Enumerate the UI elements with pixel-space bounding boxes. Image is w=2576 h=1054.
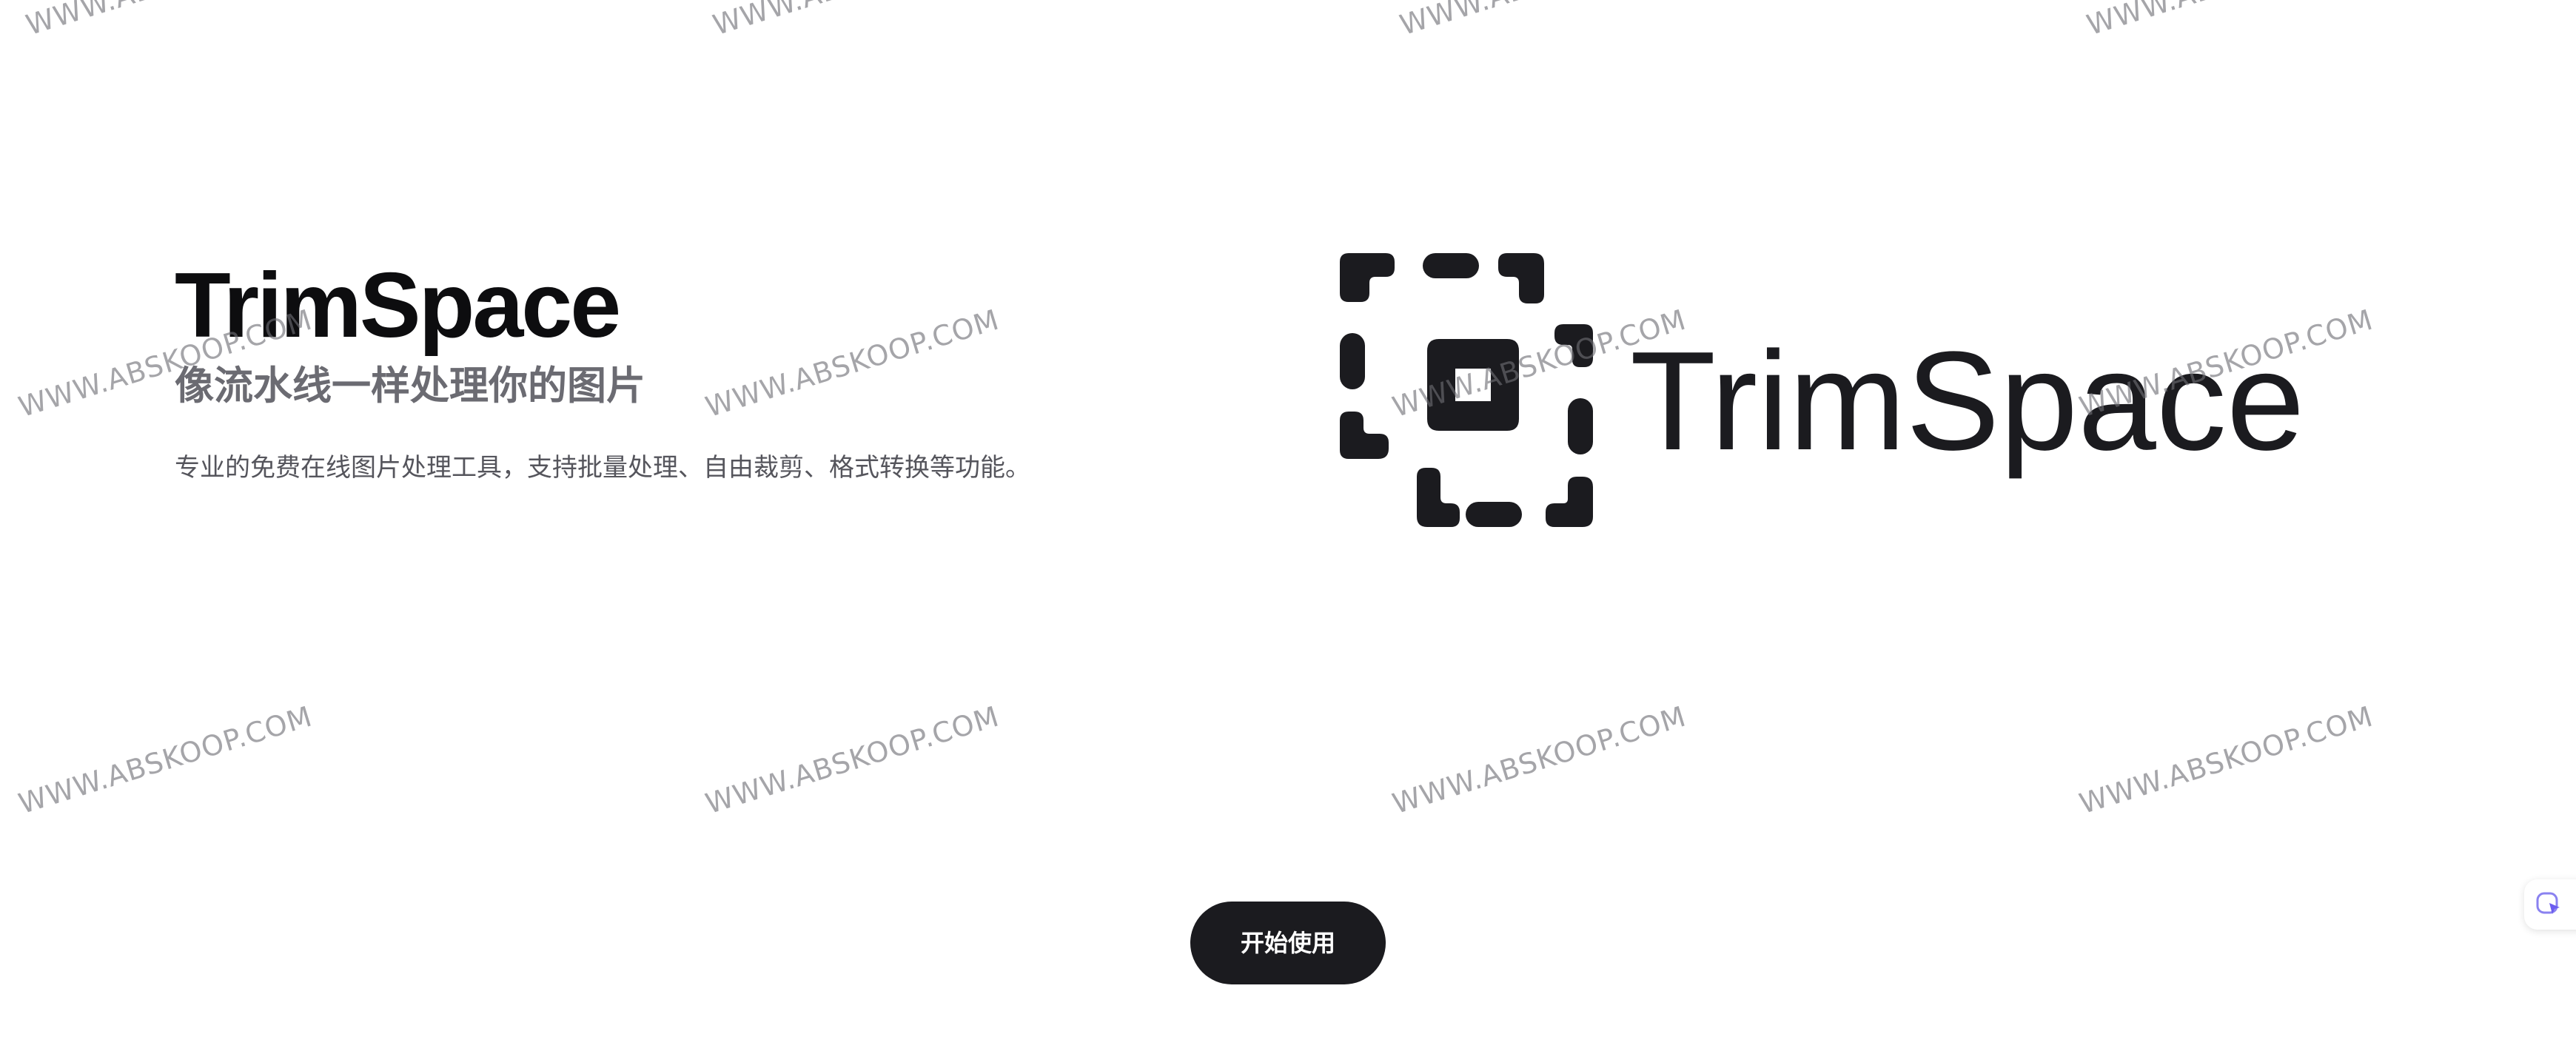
watermark: WWW.ABSKOOP.COM (22, 0, 323, 41)
watermark: WWW.ABSKOOP.COM (1396, 0, 1697, 41)
watermark: WWW.ABSKOOP.COM (702, 303, 1003, 424)
trimspace-logo-graphic: TrimSpace (1340, 253, 2305, 527)
watermark: WWW.ABSKOOP.COM (2076, 699, 2377, 821)
watermark: WWW.ABSKOOP.COM (15, 699, 316, 821)
cursor-click-icon (2536, 892, 2560, 914)
start-button[interactable]: 开始使用 (1190, 902, 1386, 984)
page: TrimSpace 像流水线一样处理你的图片 专业的免费在线图片处理工具，支持批… (0, 0, 2576, 1054)
watermark: WWW.ABSKOOP.COM (702, 699, 1003, 821)
crop-frame-icon (1340, 253, 1593, 527)
watermark: WWW.ABSKOOP.COM (1389, 699, 1690, 821)
watermark: WWW.ABSKOOP.COM (2083, 0, 2384, 41)
hero-title: TrimSpace (175, 255, 621, 357)
hero-subtitle: 像流水线一样处理你的图片 (175, 363, 645, 409)
watermark: WWW.ABSKOOP.COM (709, 0, 1010, 41)
hero-description: 专业的免费在线图片处理工具，支持批量处理、自由裁剪、格式转换等功能。 (175, 453, 1030, 483)
logo-wordmark: TrimSpace (1630, 323, 2305, 480)
floating-assistant-widget[interactable] (2524, 879, 2576, 930)
trimspace-logo: TrimSpace (1332, 246, 2354, 557)
